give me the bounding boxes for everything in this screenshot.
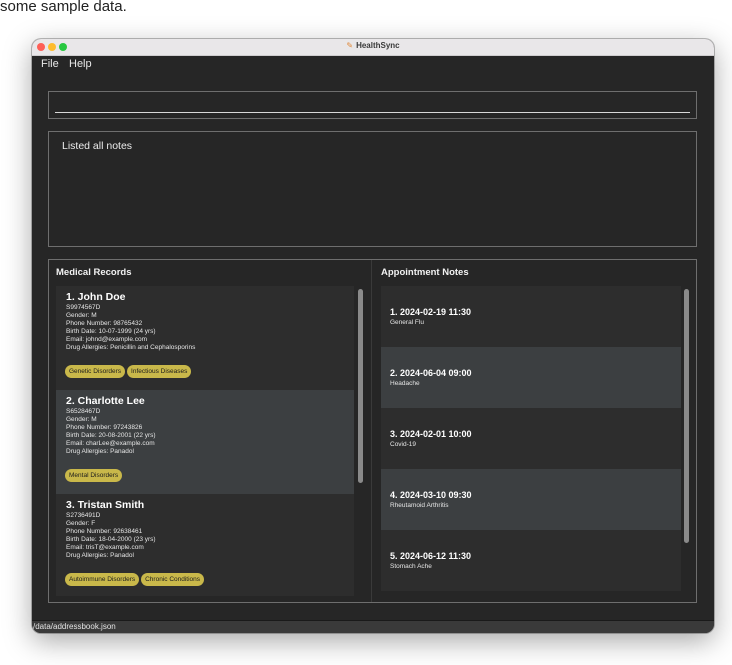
patient-name: 2. Charlotte Lee: [66, 395, 145, 407]
patient-tags: Autoimmune Disorders Chronic Conditions: [65, 573, 206, 591]
medical-records-panel: Medical Records 1. John Doe S9974567D Ge…: [49, 260, 374, 602]
note-card[interactable]: 4. 2024-03-10 09:30 Rheutamoid Arthritis: [381, 469, 681, 530]
notes-list-scrollbar[interactable]: [684, 289, 689, 543]
note-description: Covid-19: [390, 441, 417, 448]
app-window: ✎ HealthSync File Help Listed all notes M…: [32, 39, 714, 633]
menu-bar: File Help: [32, 56, 714, 73]
panel-divider: [371, 260, 372, 602]
note-card[interactable]: 1. 2024-02-19 11:30 General Flu: [381, 286, 681, 347]
result-display: Listed all notes: [48, 131, 697, 247]
command-input[interactable]: [55, 98, 690, 113]
note-card[interactable]: 5. 2024-06-12 11:30 Stomach Ache: [381, 530, 681, 591]
patient-email: Email: charLee@example.com: [66, 440, 155, 447]
note-description: Headache: [390, 380, 420, 387]
page-caption: some sample data.: [0, 0, 127, 15]
window-title: ✎ HealthSync: [32, 41, 714, 50]
patient-nric: S9974567D: [66, 304, 101, 311]
patient-birth-date: Birth Date: 20-08-2001 (22 yrs): [66, 432, 156, 439]
patient-gender: Gender: M: [66, 416, 97, 423]
patient-card[interactable]: 1. John Doe S9974567D Gender: M Phone Nu…: [56, 286, 354, 390]
note-card[interactable]: 2. 2024-06-04 09:00 Headache: [381, 347, 681, 408]
patient-email: Email: trisT@example.com: [66, 544, 144, 551]
patient-phone: Phone Number: 97243826: [66, 424, 143, 431]
patient-name: 3. Tristan Smith: [66, 499, 145, 511]
menu-help[interactable]: Help: [69, 58, 92, 70]
patient-list[interactable]: 1. John Doe S9974567D Gender: M Phone Nu…: [56, 286, 354, 596]
patient-card[interactable]: 3. Tristan Smith S2736491D Gender: F Pho…: [56, 494, 354, 596]
patient-nric: S2736491D: [66, 512, 101, 519]
medical-records-title: Medical Records: [56, 267, 132, 278]
window-title-text: HealthSync: [356, 41, 400, 50]
patient-phone: Phone Number: 92638461: [66, 528, 143, 535]
condition-tag: Genetic Disorders: [65, 365, 126, 378]
patient-phone: Phone Number: 98765432: [66, 320, 143, 327]
lists-container: Medical Records 1. John Doe S9974567D Ge…: [48, 259, 697, 603]
patient-allergies: Drug Allergies: Panadol: [66, 552, 134, 559]
condition-tag: Autoimmune Disorders: [65, 573, 140, 586]
note-datetime: 5. 2024-06-12 11:30: [390, 551, 472, 561]
app-pencil-icon: ✎: [346, 41, 354, 50]
patient-tags: Mental Disorders: [65, 469, 124, 487]
patient-tags: Genetic Disorders Infectious Diseases: [65, 365, 193, 383]
condition-tag: Chronic Conditions: [141, 573, 205, 586]
condition-tag: Mental Disorders: [65, 469, 123, 482]
patient-birth-date: Birth Date: 18-04-2000 (23 yrs): [66, 536, 156, 543]
patient-nric: S6528467D: [66, 408, 101, 415]
note-description: Stomach Ache: [390, 563, 432, 570]
patient-name: 1. John Doe: [66, 291, 126, 303]
note-description: Rheutamoid Arthritis: [390, 502, 449, 509]
patient-allergies: Drug Allergies: Panadol: [66, 448, 134, 455]
condition-tag: Infectious Diseases: [127, 365, 192, 378]
status-bar: /data/addressbook.json: [32, 620, 714, 633]
appointment-notes-title: Appointment Notes: [381, 267, 469, 278]
patient-email: Email: johnd@example.com: [66, 336, 148, 343]
notes-list[interactable]: 1. 2024-02-19 11:30 General Flu 2. 2024-…: [381, 286, 681, 596]
note-datetime: 3. 2024-02-01 10:00: [390, 429, 472, 439]
note-description: General Flu: [390, 319, 424, 326]
command-box: [48, 91, 697, 119]
note-datetime: 2. 2024-06-04 09:00: [390, 368, 472, 378]
data-file-path: /data/addressbook.json: [33, 622, 116, 631]
title-bar: ✎ HealthSync: [32, 39, 714, 56]
patient-gender: Gender: F: [66, 520, 96, 527]
menu-file[interactable]: File: [41, 58, 59, 70]
patient-list-scrollbar[interactable]: [358, 289, 363, 483]
note-card[interactable]: 3. 2024-02-01 10:00 Covid-19: [381, 408, 681, 469]
result-message: Listed all notes: [62, 140, 133, 152]
appointment-notes-panel: Appointment Notes 1. 2024-02-19 11:30 Ge…: [374, 260, 696, 602]
patient-allergies: Drug Allergies: Penicillin and Cephalosp…: [66, 344, 196, 351]
patient-birth-date: Birth Date: 10-07-1999 (24 yrs): [66, 328, 156, 335]
note-datetime: 1. 2024-02-19 11:30: [390, 307, 472, 317]
note-datetime: 4. 2024-03-10 09:30: [390, 490, 472, 500]
patient-card-selected[interactable]: 2. Charlotte Lee S6528467D Gender: M Pho…: [56, 390, 354, 494]
patient-gender: Gender: M: [66, 312, 97, 319]
